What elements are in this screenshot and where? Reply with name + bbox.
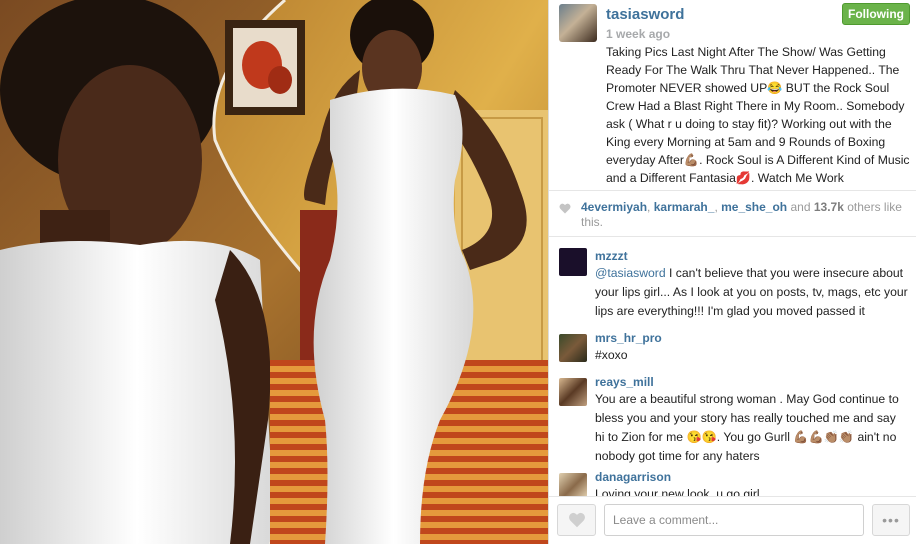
- post-caption: Taking Pics Last Night After The Show/ W…: [606, 45, 910, 185]
- post-photo[interactable]: [0, 0, 549, 544]
- comment-item: mzzzt @tasiasword I can't believe that y…: [549, 244, 916, 330]
- comment-mention[interactable]: @tasiasword: [595, 266, 666, 280]
- post-timestamp[interactable]: 1 week ago: [606, 27, 670, 41]
- owner-avatar[interactable]: [559, 4, 597, 42]
- avatar[interactable]: [559, 473, 587, 496]
- more-options-button[interactable]: •••: [872, 504, 910, 536]
- comment-body: #xoxo: [595, 348, 628, 362]
- comment-username[interactable]: mrs_hr_pro: [595, 330, 908, 346]
- comment-username[interactable]: danagarrison: [595, 469, 908, 485]
- following-button[interactable]: Following: [842, 3, 910, 25]
- ellipsis-icon: •••: [882, 512, 900, 528]
- comments-list[interactable]: mzzzt @tasiasword I can't believe that y…: [549, 244, 916, 496]
- like-button[interactable]: [557, 504, 596, 536]
- heart-icon: [569, 512, 585, 528]
- liker-username[interactable]: karmarah_: [654, 200, 715, 214]
- comment-text: @tasiasword I can't believe that you wer…: [595, 264, 908, 321]
- comment-username[interactable]: mzzzt: [595, 248, 908, 264]
- avatar[interactable]: [559, 334, 587, 362]
- post-detail-panel: tasiasword 1 week ago Following Taking P…: [549, 0, 916, 544]
- liker-username[interactable]: me_she_oh: [721, 200, 787, 214]
- comment-item: danagarrison Loving your new look, u go …: [549, 469, 916, 496]
- likes-count[interactable]: 13.7k: [814, 200, 844, 214]
- post-header: tasiasword 1 week ago Following Taking P…: [549, 0, 916, 191]
- owner-username[interactable]: tasiasword: [606, 6, 684, 23]
- avatar[interactable]: [559, 248, 587, 276]
- heart-icon: [559, 203, 571, 214]
- comment-item: reays_mill You are a beautiful strong wo…: [549, 374, 916, 469]
- liker-username[interactable]: 4evermiyah: [581, 200, 647, 214]
- comment-body: You are a beautiful strong woman . May G…: [595, 392, 899, 463]
- likes-summary: 4evermiyah, karmarah_, me_she_oh and 13.…: [549, 191, 916, 237]
- avatar[interactable]: [559, 378, 587, 406]
- comment-input[interactable]: [604, 504, 864, 536]
- likes-and-text: and: [790, 200, 811, 214]
- comment-body: Loving your new look, u go girl: [595, 487, 760, 496]
- comment-item: mrs_hr_pro #xoxo: [549, 330, 916, 374]
- comment-footer: •••: [549, 496, 916, 544]
- comment-username[interactable]: reays_mill: [595, 374, 908, 390]
